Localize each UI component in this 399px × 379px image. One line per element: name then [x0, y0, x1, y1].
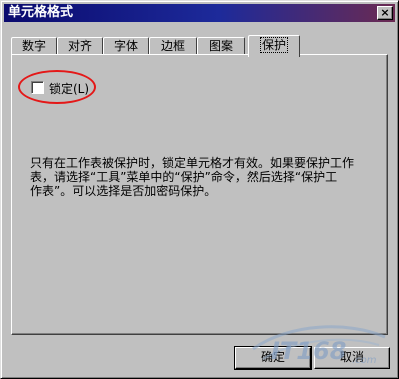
- highlight-circle: [18, 70, 96, 104]
- close-icon: ×: [380, 6, 390, 19]
- tab-number[interactable]: 数字: [11, 37, 57, 55]
- tab-protection[interactable]: 保护: [248, 35, 300, 57]
- ok-button[interactable]: 确定: [234, 346, 312, 370]
- close-button[interactable]: ×: [377, 6, 393, 20]
- tab-font[interactable]: 字体: [103, 37, 149, 55]
- tab-alignment[interactable]: 对齐: [57, 37, 103, 55]
- tab-border[interactable]: 边框: [149, 37, 197, 55]
- title-bar[interactable]: 单元格格式 ×: [4, 4, 395, 22]
- format-cells-dialog: 单元格格式 × 数字 对齐 字体 边框 图案 保护 锁定(L) 只有在工作表被保…: [0, 0, 399, 379]
- tab-patterns[interactable]: 图案: [197, 37, 245, 55]
- protection-description: 只有在工作表被保护时，锁定单元格才有效。如果要保护工作 表，请选择“工具”菜单中…: [30, 156, 355, 198]
- cancel-button[interactable]: 取消: [314, 347, 390, 369]
- dialog-title: 单元格格式: [8, 5, 74, 20]
